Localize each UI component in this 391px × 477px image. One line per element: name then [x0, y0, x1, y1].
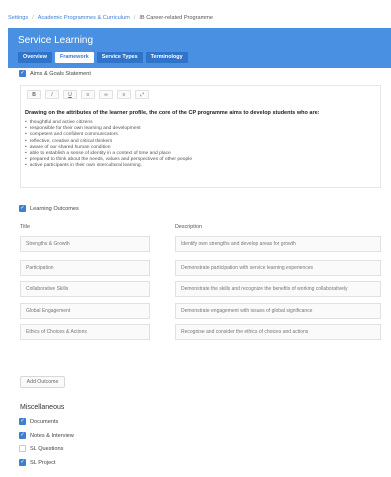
outcome-title-field[interactable]: Collaborative Skills: [20, 281, 150, 297]
breadcrumb-academic-link[interactable]: Academic Programmes & Curriculum: [38, 15, 130, 21]
outcome-description-field[interactable]: Demonstrate engagement with issues of gl…: [175, 303, 381, 319]
aims-heading: Drawing on the attributes of the learner…: [25, 110, 320, 116]
outcome-description-field[interactable]: Identify own strengths and develop areas…: [175, 236, 381, 252]
aims-list: thoughtful and active citizens responsib…: [25, 120, 192, 170]
title-column-header: Title: [20, 224, 30, 230]
misc-option-sl-project[interactable]: ✓ SL Project: [19, 459, 56, 466]
link-button[interactable]: ∞: [99, 90, 113, 99]
expand-button[interactable]: ⤢: [135, 90, 149, 99]
outcome-title-field[interactable]: Global Engagement: [20, 303, 150, 319]
tab-service-types[interactable]: Service Types: [96, 52, 143, 63]
breadcrumb-current: IB Career-related Programme: [139, 15, 214, 21]
misc-option-label: SL Project: [30, 459, 56, 466]
misc-option-label: Notes & Interview: [30, 432, 74, 439]
checkbox-empty-icon[interactable]: [19, 445, 26, 452]
check-icon[interactable]: ✓: [19, 70, 26, 77]
breadcrumb: Settings / Academic Programmes & Curricu…: [0, 8, 391, 28]
outcome-title-field[interactable]: Participation: [20, 260, 150, 276]
aims-editor[interactable]: B I U ≡ ∞ ≡ ⤢ Drawing on the attributes …: [20, 85, 381, 188]
outcomes-toggle[interactable]: ✓ Learning Outcomes: [19, 205, 79, 212]
tab-bar: Overview Framework Service Types Termino…: [18, 52, 188, 63]
outcome-title-field[interactable]: Strengths & Growth: [20, 236, 150, 252]
aims-list-item: active participants in their own intercu…: [25, 163, 192, 169]
tab-framework[interactable]: Framework: [54, 52, 94, 63]
misc-option-label: Documents: [30, 418, 59, 425]
description-column-header: Description: [175, 224, 202, 230]
breadcrumb-settings-link[interactable]: Settings: [8, 15, 28, 21]
check-icon[interactable]: ✓: [19, 432, 26, 439]
list-button[interactable]: ≡: [81, 90, 95, 99]
breadcrumb-separator: /: [32, 15, 34, 21]
aims-label: Aims & Goals Statement: [30, 70, 91, 77]
breadcrumb-separator: /: [133, 15, 136, 21]
add-outcome-button[interactable]: Add Outcome: [20, 376, 65, 388]
tab-overview[interactable]: Overview: [18, 52, 52, 63]
misc-title: Miscellaneous: [20, 404, 65, 411]
aims-toggle[interactable]: ✓ Aims & Goals Statement: [19, 70, 91, 77]
italic-button[interactable]: I: [45, 90, 59, 99]
tab-terminology[interactable]: Terminology: [145, 52, 188, 63]
misc-option-documents[interactable]: ✓ Documents: [19, 418, 58, 425]
outcome-description-field[interactable]: Demonstrate the skills and recognize the…: [175, 281, 381, 297]
check-icon[interactable]: ✓: [19, 418, 26, 425]
outcome-description-field[interactable]: Recognise and consider the ethics of cho…: [175, 324, 381, 340]
misc-option-label: SL Questions: [30, 445, 64, 452]
page-header: Service Learning Overview Framework Serv…: [8, 28, 391, 68]
outcomes-label: Learning Outcomes: [30, 205, 79, 212]
page-title: Service Learning: [18, 35, 94, 46]
editor-toolbar: B I U ≡ ∞ ≡ ⤢: [27, 90, 149, 99]
underline-button[interactable]: U: [63, 90, 77, 99]
misc-option-sl-questions[interactable]: SL Questions: [19, 445, 63, 452]
check-icon[interactable]: ✓: [19, 205, 26, 212]
misc-option-notes[interactable]: ✓ Notes & Interview: [19, 432, 74, 439]
outcome-title-field[interactable]: Ethics of Choices & Actions: [20, 324, 150, 340]
outcome-description-field[interactable]: Demonstrate participation with service l…: [175, 260, 381, 276]
check-icon[interactable]: ✓: [19, 459, 26, 466]
align-button[interactable]: ≡: [117, 90, 131, 99]
bold-button[interactable]: B: [27, 90, 41, 99]
